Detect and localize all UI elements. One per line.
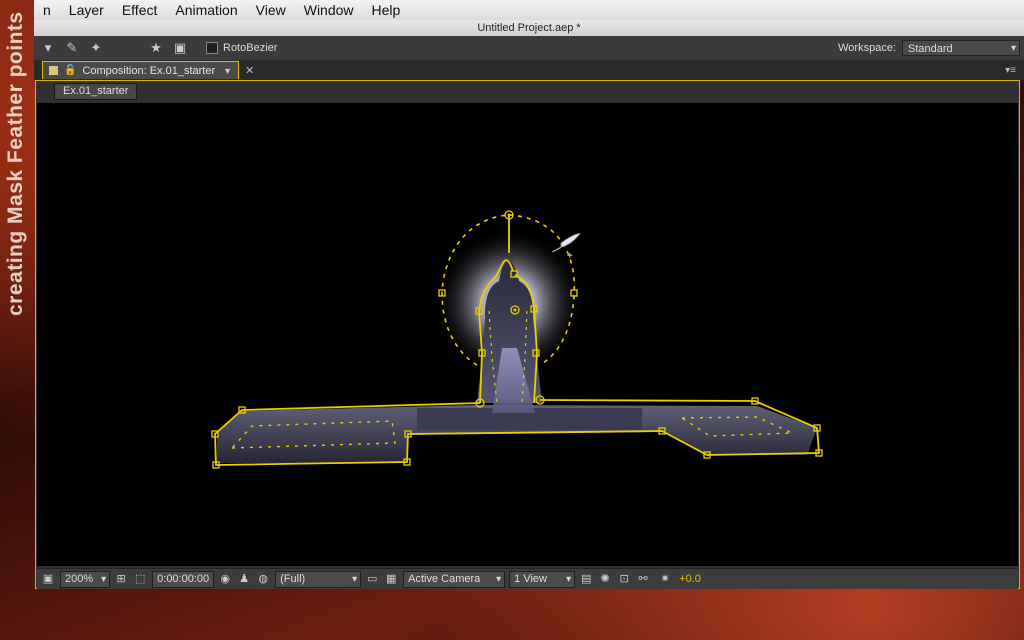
tab-composition-label: Composition: Ex.01_starter <box>82 64 216 77</box>
always-preview-icon[interactable]: ▣ <box>40 572 56 587</box>
resolution-select[interactable]: (Full) <box>275 570 362 588</box>
mask-visibility-icon[interactable]: ⬚ <box>132 572 148 587</box>
timeline-icon[interactable]: ⊡ <box>616 572 632 587</box>
composition-viewer: Ex.01_starter + ▣ 200% ▾ ⊞ ⬚ 0:00:00:00 … <box>35 80 1020 589</box>
breadcrumb[interactable]: Ex.01_starter <box>54 83 138 100</box>
puppet-pin-icon[interactable]: ✦ <box>86 39 106 57</box>
camera-select[interactable]: Active Camera <box>403 570 506 588</box>
exposure-value[interactable]: +0.0 <box>679 573 701 585</box>
tab-composition[interactable]: 🔓 Composition: Ex.01_starter ▼ <box>42 61 240 79</box>
roto-brush-icon[interactable]: ✎ <box>62 39 82 57</box>
composition-icon <box>49 66 58 75</box>
panel-tab-bar: 🔓 Composition: Ex.01_starter ▼ ✕ ▾≡ <box>34 60 1024 80</box>
channel-icon[interactable]: ◍ <box>255 572 271 587</box>
menu-item-help[interactable]: Help <box>363 2 410 18</box>
camera-tool-icon[interactable]: ▣ <box>170 39 190 57</box>
snapshot-icon[interactable]: ◉ <box>217 572 233 587</box>
side-caption: creating Mask Feather points <box>4 11 27 316</box>
panel-menu-icon[interactable]: ▾≡ <box>1005 65 1016 76</box>
menu-bar: n Layer Effect Animation View Window Hel… <box>34 0 1024 21</box>
menu-item-app[interactable]: n <box>34 2 60 18</box>
window-title: Untitled Project.aep * <box>34 20 1024 36</box>
exposure-icon[interactable]: ✷ <box>657 572 673 587</box>
menu-item-window[interactable]: Window <box>295 2 363 18</box>
add-vertex-plus-icon: + <box>567 251 573 262</box>
chevron-icon[interactable]: ▾ <box>38 39 58 57</box>
menu-item-view[interactable]: View <box>247 2 295 18</box>
composition-artwork: + <box>211 210 823 469</box>
safe-zones-icon[interactable]: ⊞ <box>113 572 129 587</box>
toggle-pixel-aspect-icon[interactable]: ▤ <box>578 572 594 587</box>
rotobezier-label: RotoBezier <box>223 42 278 54</box>
composition-canvas[interactable]: + <box>37 103 1018 566</box>
close-icon[interactable]: ✕ <box>245 64 254 77</box>
timecode-field[interactable]: 0:00:00:00 <box>152 570 215 588</box>
menu-item-animation[interactable]: Animation <box>166 2 246 18</box>
star-icon[interactable]: ★ <box>146 39 166 57</box>
magnification-select[interactable]: 200% <box>60 570 111 588</box>
show-snapshot-icon[interactable]: ♟ <box>236 572 252 587</box>
anchor-point <box>513 308 517 312</box>
workspace-select[interactable]: Standard <box>902 40 1020 57</box>
chevron-down-icon[interactable]: ▼ <box>223 66 232 76</box>
transparency-grid-icon[interactable]: ▦ <box>383 572 399 587</box>
workspace-label: Workspace: <box>838 42 896 54</box>
viewer-controls: ▣ 200% ⊞ ⬚ 0:00:00:00 ◉ ♟ ◍ (Full) ▭ ▦ A… <box>37 568 1018 589</box>
view-layout-select[interactable]: 1 View <box>509 570 576 588</box>
tools-panel: ▾ ✎ ✦ ★ ▣ RotoBezier Workspace: Standard <box>34 36 1024 61</box>
rotobezier-checkbox[interactable] <box>206 42 218 54</box>
lock-icon[interactable]: 🔓 <box>64 65 76 76</box>
region-of-interest-icon[interactable]: ▭ <box>364 572 380 587</box>
fast-previews-icon[interactable]: ✺ <box>597 572 613 587</box>
menu-item-layer[interactable]: Layer <box>60 2 113 18</box>
flowchart-icon[interactable]: ⚯ <box>635 572 651 587</box>
menu-item-effect[interactable]: Effect <box>113 2 167 18</box>
anchor-point <box>507 213 511 217</box>
